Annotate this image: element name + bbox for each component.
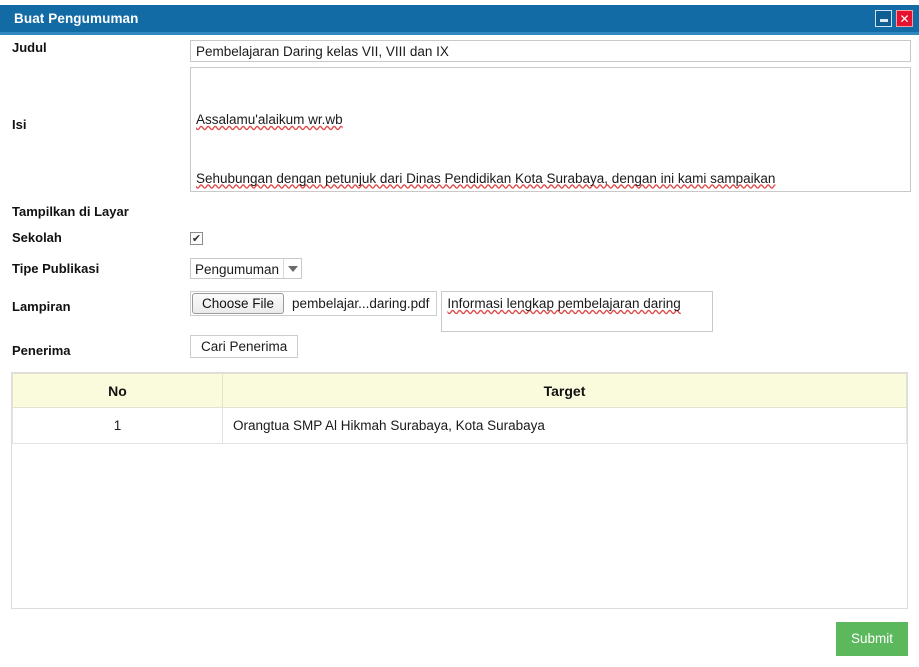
- label-penerima: Penerima: [12, 343, 71, 358]
- isi-textarea[interactable]: Assalamu'alaikum wr.wb Sehubungan dengan…: [190, 67, 911, 192]
- choose-file-button[interactable]: Choose File: [192, 293, 285, 314]
- row-judul: Judul: [0, 40, 919, 67]
- tipe-publikasi-value: Pengumuman: [195, 262, 280, 277]
- announcement-form: Judul Isi Assalamu'alaikum wr.wb Sehubun…: [0, 40, 919, 369]
- lampiran-file-name: pembelajar...daring.pdf: [292, 296, 430, 311]
- row-penerima: Penerima Cari Penerima: [0, 335, 919, 369]
- field-isi: Assalamu'alaikum wr.wb Sehubungan dengan…: [190, 67, 919, 192]
- isi-line: Sehubungan dengan petunjuk dari Dinas Pe…: [196, 170, 776, 186]
- check-icon: ✔: [191, 232, 202, 245]
- window-title: Buat Pengumuman: [14, 11, 139, 26]
- lampiran-description-textarea[interactable]: Informasi lengkap pembelajaran daring: [441, 291, 714, 332]
- recipients-table: No Target 1 Orangtua SMP Al Hikmah Surab…: [12, 373, 907, 444]
- chevron-down-icon: [283, 259, 301, 278]
- minimize-button[interactable]: [875, 10, 892, 27]
- row-isi: Isi Assalamu'alaikum wr.wb Sehubungan de…: [0, 67, 919, 198]
- row-lampiran: Lampiran Choose File pembelajar...daring…: [0, 291, 919, 336]
- tipe-publikasi-select[interactable]: Pengumuman: [190, 258, 303, 279]
- cari-penerima-button[interactable]: Cari Penerima: [190, 335, 299, 358]
- judul-input[interactable]: [190, 40, 911, 62]
- window-titlebar: Buat Pengumuman ✕: [0, 5, 919, 32]
- field-judul: [190, 40, 919, 62]
- row-tipe-publikasi: Tipe Publikasi Pengumuman: [0, 258, 919, 291]
- cell-target: Orangtua SMP Al Hikmah Surabaya, Kota Su…: [222, 407, 907, 444]
- table-body: 1 Orangtua SMP Al Hikmah Surabaya, Kota …: [12, 407, 907, 444]
- column-header-no: No: [12, 373, 223, 408]
- label-lampiran: Lampiran: [12, 299, 71, 314]
- window-controls: ✕: [875, 10, 919, 27]
- table-head: No Target: [12, 373, 907, 408]
- table-header-row: No Target: [12, 373, 907, 408]
- label-sekolah: Sekolah: [12, 230, 62, 245]
- table-row[interactable]: 1 Orangtua SMP Al Hikmah Surabaya, Kota …: [12, 407, 907, 444]
- titlebar-accent-strip: [0, 32, 919, 35]
- label-tampilkan-di-layar: Tampilkan di Layar: [12, 204, 129, 219]
- label-isi: Isi: [12, 117, 27, 132]
- close-icon: ✕: [899, 11, 910, 26]
- field-tipe-publikasi: Pengumuman: [190, 258, 919, 279]
- field-lampiran: Choose File pembelajar...daring.pdf Info…: [190, 291, 919, 332]
- field-sekolah: ✔: [190, 230, 919, 245]
- sekolah-checkbox[interactable]: ✔: [190, 232, 203, 245]
- label-judul: Judul: [12, 40, 47, 55]
- row-tampilkan-di-layar: Tampilkan di Layar: [0, 198, 919, 230]
- submit-button[interactable]: Submit: [836, 622, 908, 656]
- close-button[interactable]: ✕: [896, 10, 913, 27]
- cell-no: 1: [12, 407, 223, 444]
- label-tipe-publikasi: Tipe Publikasi: [12, 261, 100, 276]
- minimize-icon: [879, 19, 888, 22]
- lampiran-file-input[interactable]: Choose File pembelajar...daring.pdf: [190, 291, 438, 316]
- column-header-target: Target: [222, 373, 907, 408]
- row-sekolah: Sekolah ✔: [0, 230, 919, 258]
- recipients-table-container: No Target 1 Orangtua SMP Al Hikmah Surab…: [11, 372, 908, 609]
- field-penerima: Cari Penerima: [190, 335, 919, 358]
- isi-line: Assalamu'alaikum wr.wb: [196, 112, 343, 127]
